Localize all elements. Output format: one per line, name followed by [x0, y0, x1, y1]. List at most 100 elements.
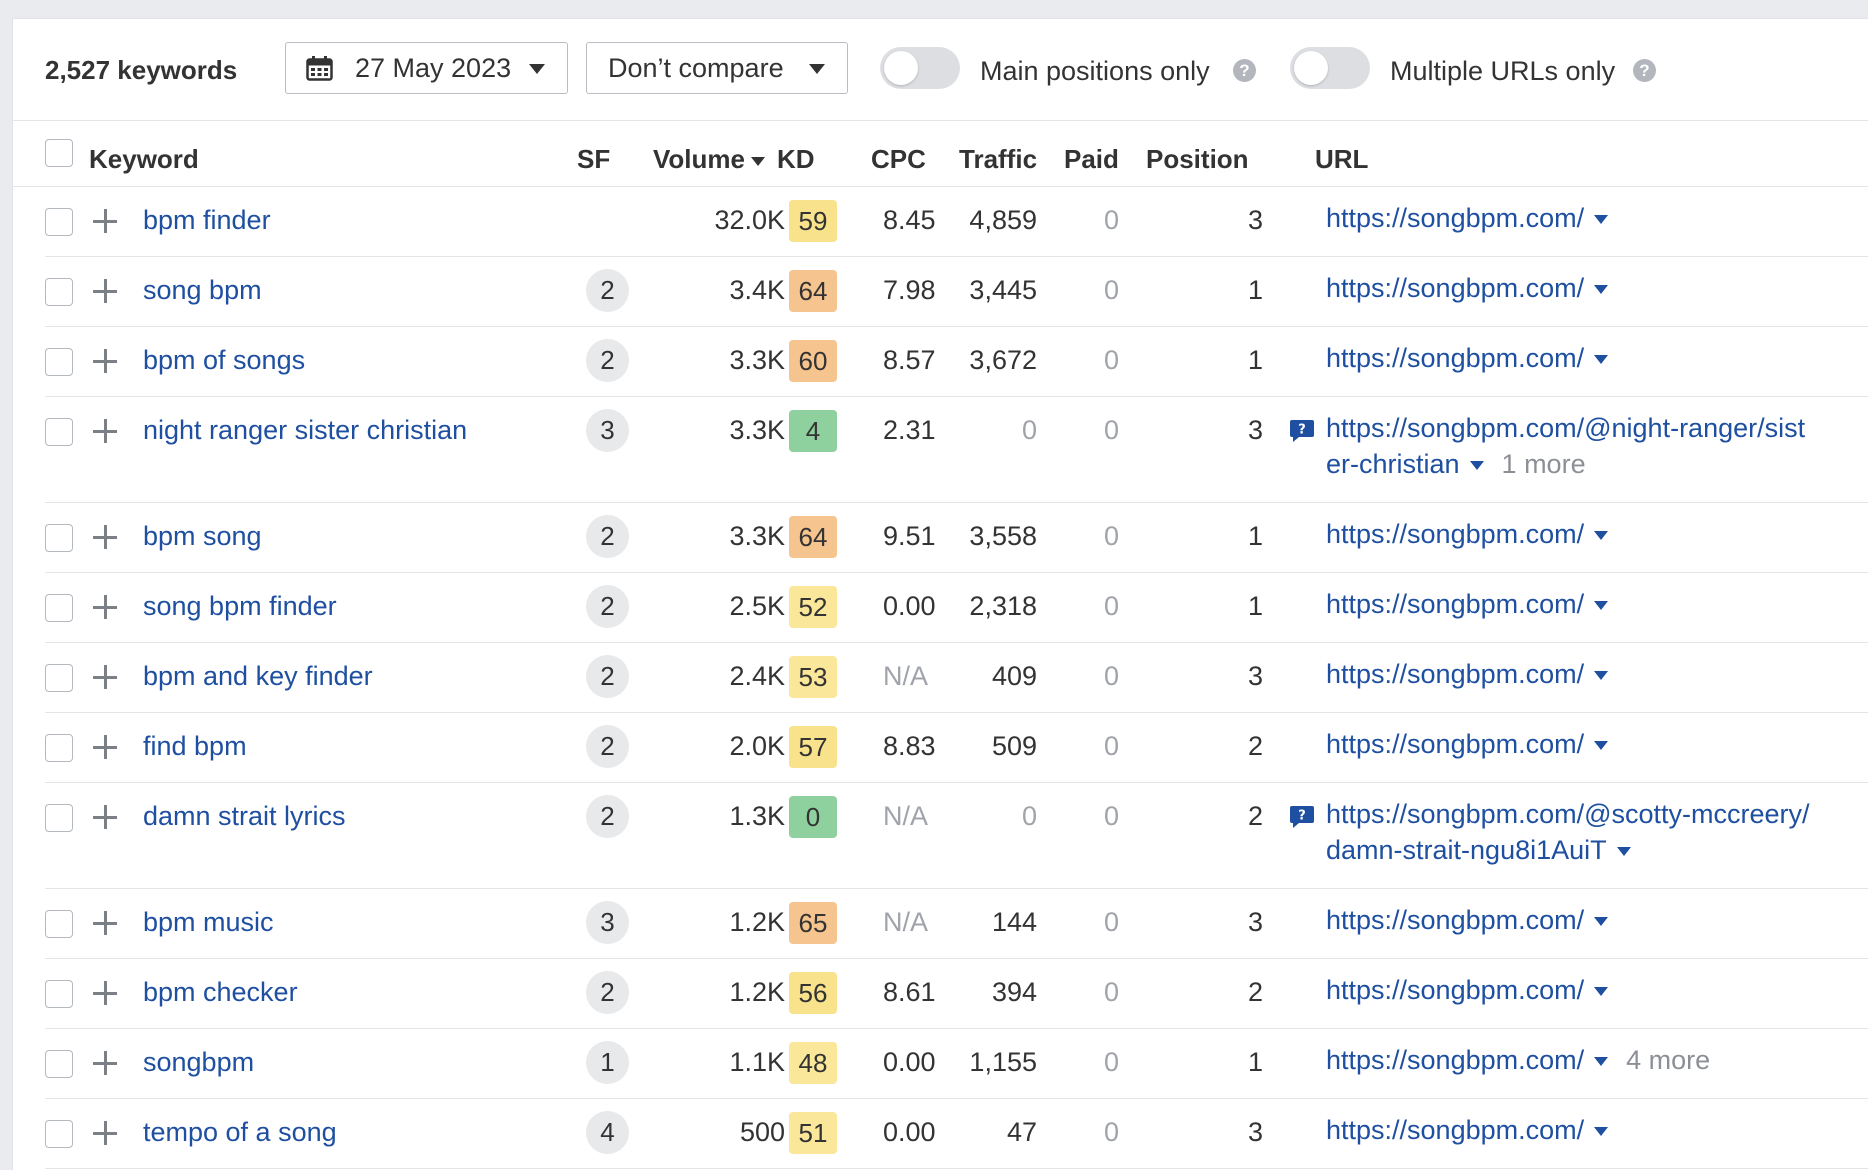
row-checkbox[interactable]	[45, 734, 73, 762]
row-checkbox[interactable]	[45, 524, 73, 552]
row-checkbox[interactable]	[45, 664, 73, 692]
multiple-urls-toggle[interactable]	[1290, 47, 1370, 89]
keyword-link[interactable]: song bpm	[143, 275, 262, 306]
col-cpc[interactable]: CPC	[871, 144, 926, 175]
url-link[interactable]: https://songbpm.com/@scotty-mccreery/	[1326, 799, 1810, 829]
plus-icon[interactable]	[93, 1121, 117, 1145]
keyword-link[interactable]: bpm and key finder	[143, 661, 373, 692]
sf-badge[interactable]: 2	[586, 269, 629, 312]
chevron-down-icon[interactable]	[1594, 917, 1609, 927]
sf-badge[interactable]: 2	[586, 339, 629, 382]
plus-icon[interactable]	[93, 805, 117, 829]
chevron-down-icon[interactable]	[1594, 215, 1609, 225]
col-sf[interactable]: SF	[577, 144, 610, 175]
main-positions-toggle[interactable]	[880, 47, 960, 89]
sf-badge[interactable]: 3	[586, 409, 629, 452]
url-link[interactable]: https://songbpm.com/	[1326, 975, 1584, 1005]
url-link[interactable]: https://songbpm.com/	[1326, 659, 1584, 689]
keyword-link[interactable]: bpm song	[143, 521, 262, 552]
plus-icon[interactable]	[93, 665, 117, 689]
url-link[interactable]: https://songbpm.com/	[1326, 203, 1584, 233]
url-link[interactable]: https://songbpm.com/	[1326, 589, 1584, 619]
sf-badge[interactable]: 4	[586, 1111, 629, 1154]
row-checkbox[interactable]	[45, 980, 73, 1008]
sf-badge[interactable]: 3	[586, 901, 629, 944]
sf-badge[interactable]: 2	[586, 725, 629, 768]
row-checkbox[interactable]	[45, 1050, 73, 1078]
chevron-down-icon[interactable]	[1594, 1057, 1609, 1067]
col-keyword[interactable]: Keyword	[89, 144, 199, 175]
keyword-link[interactable]: bpm music	[143, 907, 274, 938]
chevron-down-icon[interactable]	[1594, 285, 1609, 295]
chevron-down-icon[interactable]	[1469, 461, 1484, 471]
col-traffic[interactable]: Traffic	[959, 144, 1037, 175]
plus-icon[interactable]	[93, 911, 117, 935]
keyword-link[interactable]: bpm finder	[143, 205, 271, 236]
url-link[interactable]: https://songbpm.com/	[1326, 273, 1584, 303]
select-all-checkbox[interactable]	[45, 139, 73, 167]
col-paid[interactable]: Paid	[1064, 144, 1119, 175]
url-link[interactable]: https://songbpm.com/	[1326, 1115, 1584, 1145]
plus-icon[interactable]	[93, 419, 117, 443]
question-chat-icon[interactable]: ?	[1289, 805, 1315, 829]
compare-dropdown[interactable]: Don’t compare	[586, 42, 848, 94]
plus-icon[interactable]	[93, 279, 117, 303]
keyword-link[interactable]: songbpm	[143, 1047, 254, 1078]
keyword-link[interactable]: find bpm	[143, 731, 247, 762]
sf-badge[interactable]: 2	[586, 655, 629, 698]
row-checkbox[interactable]	[45, 278, 73, 306]
url-link-cont[interactable]: damn-strait-ngu8i1AuiT	[1326, 835, 1607, 865]
url-link[interactable]: https://songbpm.com/	[1326, 729, 1584, 759]
sf-badge[interactable]: 2	[586, 585, 629, 628]
chevron-down-icon[interactable]	[1594, 355, 1609, 365]
keyword-link[interactable]: tempo of a song	[143, 1117, 337, 1148]
kd-badge: 60	[789, 340, 837, 382]
col-volume[interactable]: Volume	[653, 144, 765, 175]
more-urls-link[interactable]: 1 more	[1502, 449, 1586, 479]
url-link[interactable]: https://songbpm.com/	[1326, 343, 1584, 373]
chevron-down-icon[interactable]	[1594, 601, 1609, 611]
chevron-down-icon[interactable]	[1594, 671, 1609, 681]
sf-badge[interactable]: 2	[586, 795, 629, 838]
plus-icon[interactable]	[93, 735, 117, 759]
url-link[interactable]: https://songbpm.com/	[1326, 1045, 1584, 1075]
help-icon[interactable]: ?	[1233, 59, 1256, 82]
question-chat-icon[interactable]: ?	[1289, 419, 1315, 443]
keyword-link[interactable]: damn strait lyrics	[143, 801, 346, 832]
keyword-link[interactable]: night ranger sister christian	[143, 415, 467, 446]
plus-icon[interactable]	[93, 595, 117, 619]
keyword-link[interactable]: song bpm finder	[143, 591, 337, 622]
col-kd[interactable]: KD	[777, 144, 815, 175]
chevron-down-icon[interactable]	[1594, 531, 1609, 541]
row-checkbox[interactable]	[45, 418, 73, 446]
chevron-down-icon[interactable]	[1616, 847, 1631, 857]
plus-icon[interactable]	[93, 349, 117, 373]
chevron-down-icon[interactable]	[1594, 987, 1609, 997]
url-link-cont[interactable]: er-christian	[1326, 449, 1460, 479]
sf-badge[interactable]: 2	[586, 515, 629, 558]
url-link[interactable]: https://songbpm.com/	[1326, 905, 1584, 935]
sf-badge[interactable]: 2	[586, 971, 629, 1014]
plus-icon[interactable]	[93, 209, 117, 233]
keyword-link[interactable]: bpm checker	[143, 977, 298, 1008]
row-checkbox[interactable]	[45, 348, 73, 376]
row-checkbox[interactable]	[45, 208, 73, 236]
row-checkbox[interactable]	[45, 804, 73, 832]
plus-icon[interactable]	[93, 1051, 117, 1075]
plus-icon[interactable]	[93, 981, 117, 1005]
url-link[interactable]: https://songbpm.com/@night-ranger/sist	[1326, 413, 1805, 443]
date-picker-button[interactable]: 27 May 2023	[285, 42, 568, 94]
plus-icon[interactable]	[93, 525, 117, 549]
col-position[interactable]: Position	[1146, 144, 1249, 175]
help-icon[interactable]: ?	[1633, 59, 1656, 82]
chevron-down-icon[interactable]	[1594, 741, 1609, 751]
url-link[interactable]: https://songbpm.com/	[1326, 519, 1584, 549]
col-url[interactable]: URL	[1315, 144, 1368, 175]
chevron-down-icon[interactable]	[1594, 1127, 1609, 1137]
row-checkbox[interactable]	[45, 1120, 73, 1148]
sf-badge[interactable]: 1	[586, 1041, 629, 1084]
keyword-link[interactable]: bpm of songs	[143, 345, 305, 376]
row-checkbox[interactable]	[45, 594, 73, 622]
row-checkbox[interactable]	[45, 910, 73, 938]
more-urls-link[interactable]: 4 more	[1626, 1045, 1710, 1075]
